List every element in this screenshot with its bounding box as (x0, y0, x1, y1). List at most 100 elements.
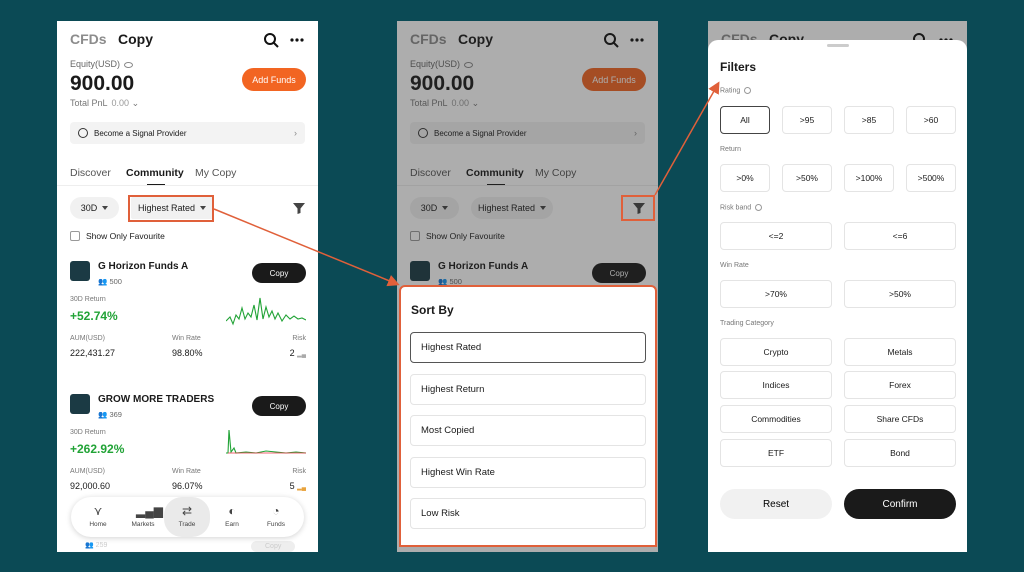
more-icon[interactable] (289, 32, 305, 48)
category-crypto[interactable]: Crypto (720, 338, 832, 366)
info-icon[interactable] (755, 204, 763, 211)
return-50[interactable]: >50% (782, 164, 832, 192)
riskband-label: Risk band (720, 204, 752, 212)
sort-option-highest-return[interactable]: Highest Return (410, 374, 646, 405)
riskband-6[interactable]: <=6 (844, 222, 956, 250)
aum-label: AUM(USD) (70, 468, 105, 475)
period-dropdown[interactable]: 30D (70, 197, 119, 219)
nav-earn-label: Earn (225, 521, 239, 528)
follower-count: 👥 369 (98, 410, 122, 419)
earn-icon: ◐ (228, 504, 236, 518)
filter-icon[interactable] (293, 202, 305, 214)
risk-bars-icon: ▂▄ (297, 352, 306, 358)
copy-button[interactable]: Copy (252, 396, 306, 416)
add-funds-button[interactable]: Add Funds (242, 68, 306, 91)
trader-card[interactable]: GROW MORE TRADERS 👥 369 Copy 30D Return … (70, 394, 306, 506)
filter-icon-highlight (621, 195, 655, 221)
search-icon[interactable] (263, 32, 279, 48)
rating-95[interactable]: >95 (782, 106, 832, 134)
tab-community[interactable]: Community (126, 167, 184, 179)
risk-number: 2 (289, 348, 295, 358)
winrate-label: Win Rate (172, 335, 201, 342)
sort-option-highest-rated[interactable]: Highest Rated (410, 332, 646, 363)
nav-markets[interactable]: ▂▄▆ Markets (120, 497, 166, 537)
rating-60[interactable]: >60 (906, 106, 956, 134)
category-etf[interactable]: ETF (720, 439, 832, 467)
sort-dropdown-highlight (128, 195, 214, 222)
return-label: 30D Return (70, 296, 106, 303)
show-favourite-toggle[interactable]: Show Only Favourite (70, 231, 165, 241)
follower-count: 👥 500 (98, 277, 122, 286)
category-section-label: Trading Category (720, 320, 774, 327)
followers-value: 500 (109, 277, 122, 286)
total-pnl-label: Total PnL (70, 98, 108, 108)
nav-funds-label: Funds (266, 521, 286, 528)
chevron-right-icon: › (294, 128, 297, 138)
show-favourite-label: Show Only Favourite (86, 231, 165, 241)
info-icon[interactable] (744, 87, 752, 94)
riskband-section-label: Risk band (720, 204, 763, 212)
sort-option-most-copied[interactable]: Most Copied (410, 415, 646, 446)
sort-option-highest-win-rate[interactable]: Highest Win Rate (410, 457, 646, 488)
tab-discover[interactable]: Discover (70, 167, 111, 179)
aum-value: 222,431.27 (70, 348, 116, 358)
return-label: 30D Return (70, 429, 106, 436)
confirm-button[interactable]: Confirm (844, 489, 956, 519)
rating-85[interactable]: >85 (844, 106, 894, 134)
period-label: 30D (80, 203, 98, 213)
reset-button[interactable]: Reset (720, 489, 832, 519)
category-share-cfds[interactable]: Share CFDs (844, 405, 956, 433)
return-value: +262.92% (70, 442, 125, 456)
risk-label: Risk (292, 335, 306, 342)
home-icon: ⋎ (93, 504, 103, 518)
category-indices[interactable]: Indices (720, 371, 832, 399)
trader-name: GROW MORE TRADERS (98, 394, 215, 405)
riskband-2[interactable]: <=2 (720, 222, 832, 250)
nav-markets-label: Markets (131, 521, 155, 528)
return-100[interactable]: >100% (844, 164, 894, 192)
phone-main-screen: CFDs Copy Equity(USD) 900.00 Total PnL 0.… (57, 21, 318, 552)
copy-button[interactable]: Copy (252, 263, 306, 283)
nav-home[interactable]: ⋎ Home (75, 497, 121, 537)
chevron-down-icon[interactable]: ⌄ (132, 98, 140, 108)
category-commodities[interactable]: Commodities (720, 405, 832, 433)
trader-logo (70, 261, 90, 281)
return-500[interactable]: >500% (906, 164, 956, 192)
rating-all[interactable]: All (720, 106, 770, 134)
risk-bars-icon: ▂▄ (297, 485, 306, 491)
rating-label: Rating (720, 87, 741, 95)
category-bond[interactable]: Bond (844, 439, 956, 467)
sheet-handle[interactable] (827, 44, 849, 47)
winrate-label: Win Rate (172, 468, 201, 475)
top-bar: CFDs Copy (70, 31, 305, 51)
ghost-followers-value: 259 (95, 542, 108, 549)
ghost-copy-button[interactable]: Copy (251, 541, 296, 552)
nav-trade[interactable]: ⇄ Trade (164, 497, 210, 537)
signal-provider-banner[interactable]: Become a Signal Provider › (70, 122, 305, 144)
category-metals[interactable]: Metals (844, 338, 956, 366)
winrate-70[interactable]: >70% (720, 280, 832, 308)
sparkline-chart (226, 429, 306, 454)
trader-card[interactable]: G Horizon Funds A 👥 500 Copy 30D Return … (70, 261, 306, 373)
winrate-value: 98.80% (172, 348, 203, 358)
category-forex[interactable]: Forex (844, 371, 956, 399)
return-0[interactable]: >0% (720, 164, 770, 192)
equity-value: 900.00 (70, 72, 135, 95)
trader-logo (70, 394, 90, 414)
sort-title: Sort By (411, 303, 454, 317)
winrate-50[interactable]: >50% (844, 280, 956, 308)
tab-copy[interactable]: Copy (118, 31, 153, 47)
bottom-nav: ⋎ Home ▂▄▆ Markets ⇄ Trade ◐ Earn ◔ Funds (71, 497, 304, 537)
total-pnl: Total PnL 0.00 ⌄ (70, 98, 139, 109)
eye-icon[interactable] (124, 61, 134, 68)
nav-earn[interactable]: ◐ Earn (209, 497, 255, 537)
filters-title: Filters (720, 60, 757, 74)
equity-label: Equity(USD) (70, 59, 134, 69)
checkbox[interactable] (70, 231, 80, 241)
tab-my-copy[interactable]: My Copy (195, 167, 236, 179)
risk-value: 2 ▂▄ (290, 348, 306, 358)
tab-cfds[interactable]: CFDs (70, 31, 107, 47)
sort-option-low-risk[interactable]: Low Risk (410, 498, 646, 529)
nav-funds[interactable]: ◔ Funds (253, 497, 299, 537)
markets-icon: ▂▄▆ (136, 504, 163, 518)
